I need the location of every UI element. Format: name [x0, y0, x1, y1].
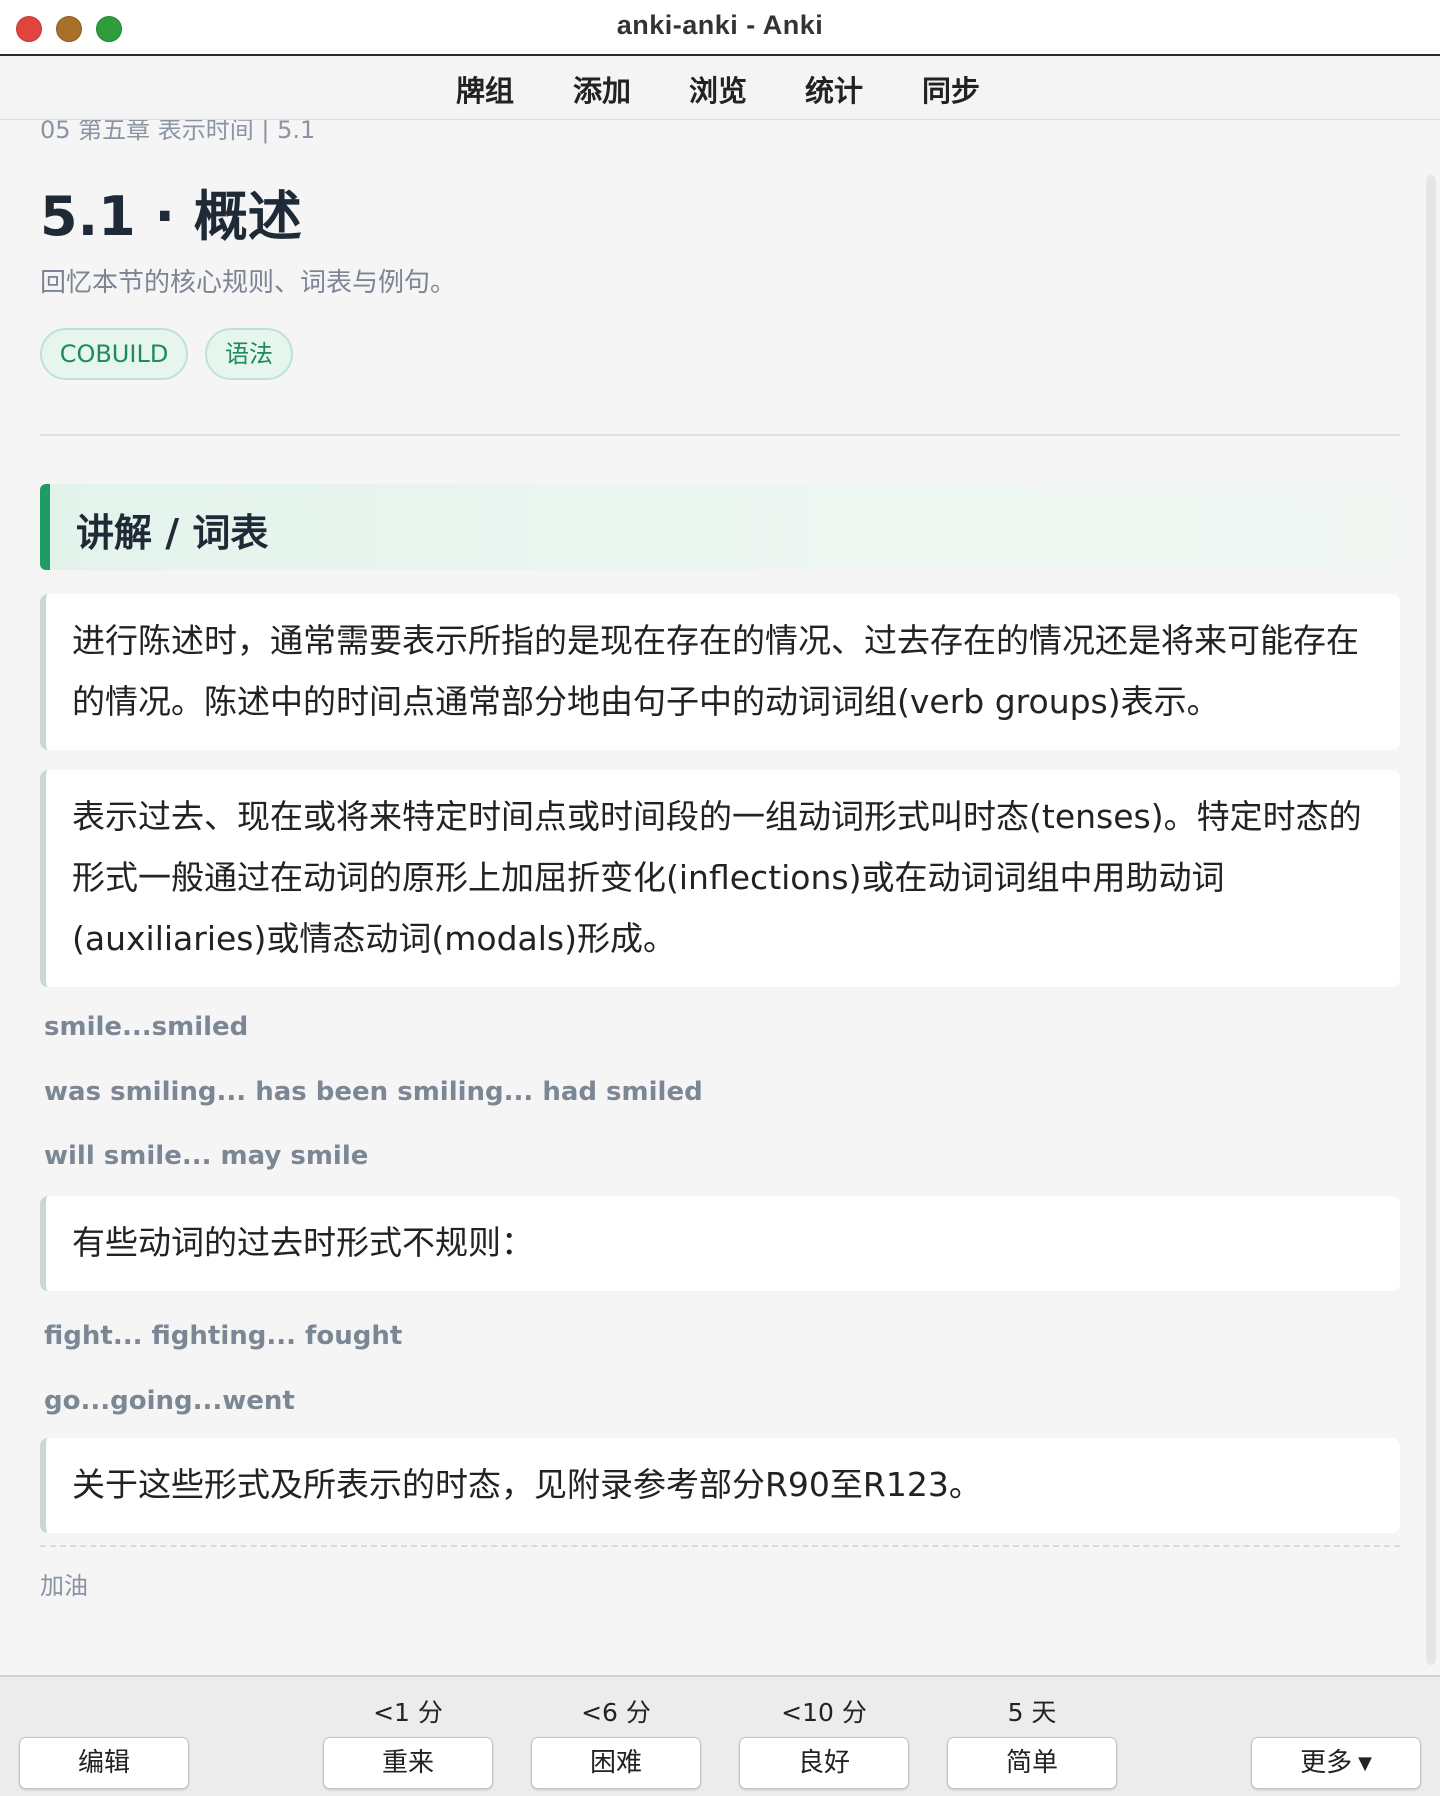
- tag-badge: COBUILD: [40, 328, 188, 380]
- easy-button[interactable]: 简单: [947, 1737, 1117, 1789]
- edit-button[interactable]: 编辑: [19, 1737, 189, 1789]
- divider: [40, 434, 1400, 436]
- main-toolbar: 牌组 添加 浏览 统计 同步: [0, 56, 1440, 120]
- toolbar-add[interactable]: 添加: [573, 68, 631, 110]
- interval-again: <1 分: [373, 1698, 443, 1727]
- page-subtitle: 回忆本节的核心规则、词表与例句。: [40, 268, 457, 298]
- example-phrase: was smiling... has been smiling... had s…: [44, 1077, 703, 1107]
- caret-down-icon: ▼: [1358, 1752, 1372, 1774]
- page-title: 5.1 · 概述: [40, 185, 302, 248]
- example-phrase: fight... fighting... fought: [44, 1321, 403, 1351]
- anki-window: anki-anki - Anki 牌组 添加 浏览 统计 同步 05 第五章 表…: [0, 0, 1440, 1796]
- card-content: 05 第五章 表示时间 | 5.1 5.1 · 概述 回忆本节的核心规则、词表与…: [0, 120, 1440, 1675]
- tag-badge: 语法: [205, 328, 293, 380]
- section-heading-text: 讲解 / 词表: [76, 511, 269, 555]
- interval-good: <10 分: [781, 1698, 867, 1727]
- interval-hard: <6 分: [581, 1698, 651, 1727]
- dashed-divider: [40, 1545, 1400, 1547]
- section-heading: 讲解 / 词表: [40, 484, 1400, 570]
- scrollbar[interactable]: [1426, 175, 1436, 1665]
- example-phrase: will smile... may smile: [44, 1141, 369, 1171]
- footer-note: 加油: [40, 1572, 88, 1600]
- example-phrase: smile...smiled: [44, 1012, 249, 1042]
- explanation-card: 进行陈述时，通常需要表示所指的是现在存在的情况、过去存在的情况还是将来可能存在的…: [40, 594, 1400, 750]
- interval-easy: 5 天: [1007, 1698, 1057, 1727]
- again-button[interactable]: 重来: [323, 1737, 493, 1789]
- explanation-card: 有些动词的过去时形式不规则：: [40, 1196, 1400, 1291]
- toolbar-decks[interactable]: 牌组: [456, 68, 514, 110]
- good-button[interactable]: 良好: [739, 1737, 909, 1789]
- explanation-card: 表示过去、现在或将来特定时间点或时间段的一组动词形式叫时态(tenses)。特定…: [40, 770, 1400, 987]
- more-button-label: 更多: [1300, 1748, 1353, 1778]
- hard-button[interactable]: 困难: [531, 1737, 701, 1789]
- window-title: anki-anki - Anki: [616, 10, 824, 40]
- breadcrumb: 05 第五章 表示时间 | 5.1: [40, 120, 316, 144]
- answer-bar: 编辑 <1 分 重来 <6 分 困难 <10 分 良好 5 天 简单 更多 ▼: [0, 1675, 1440, 1796]
- toolbar-browse[interactable]: 浏览: [689, 68, 747, 110]
- toolbar-stats[interactable]: 统计: [805, 68, 863, 110]
- title-bar: anki-anki - Anki: [0, 0, 1440, 56]
- example-phrase: go...going...went: [44, 1386, 295, 1416]
- toolbar-sync[interactable]: 同步: [922, 68, 980, 110]
- more-button[interactable]: 更多 ▼: [1251, 1737, 1421, 1789]
- explanation-card: 关于这些形式及所表示的时态，见附录参考部分R90至R123。: [40, 1438, 1400, 1533]
